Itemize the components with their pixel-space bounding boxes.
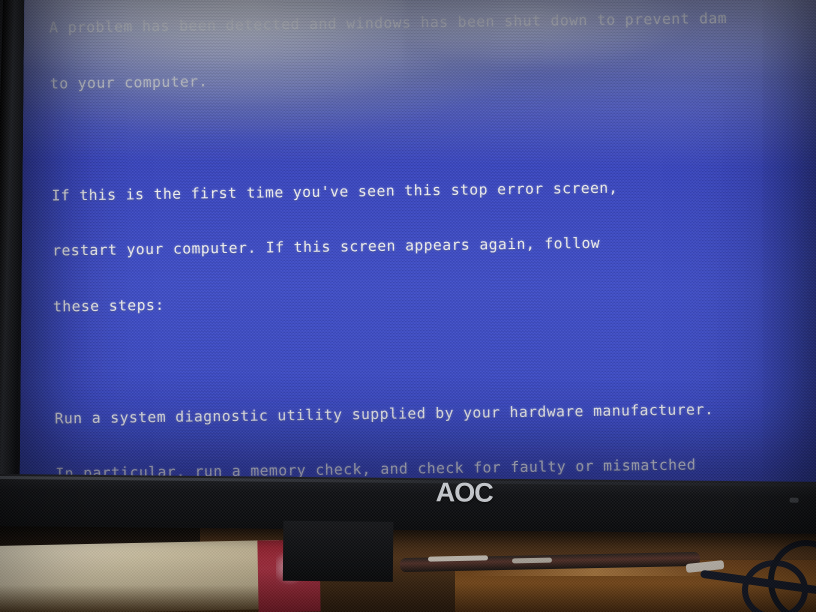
aoc-monitor: A problem has been detected and windows … — [0, 0, 816, 582]
cable-highlight — [511, 557, 553, 564]
screen-vignette — [20, 0, 816, 484]
monitor-screen: A problem has been detected and windows … — [19, 0, 816, 484]
paper-tray-shadow — [0, 585, 290, 612]
photo-screenshot: A problem has been detected and windows … — [0, 0, 816, 612]
monitor-stand-neck — [282, 520, 394, 582]
